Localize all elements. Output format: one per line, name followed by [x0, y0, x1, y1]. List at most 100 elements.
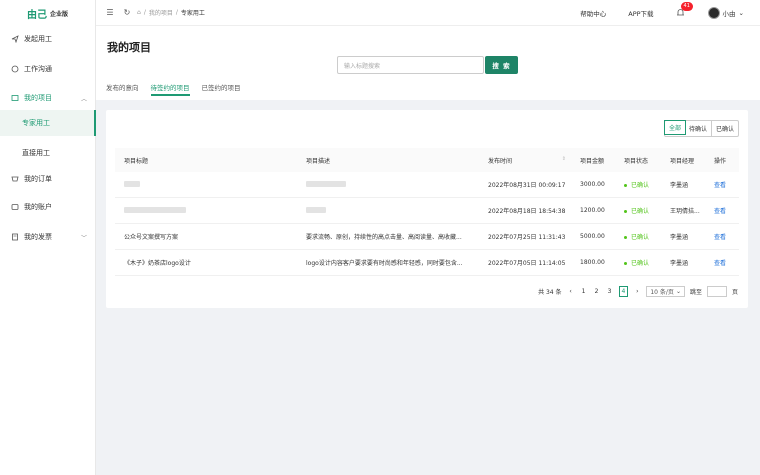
account-icon [11, 203, 19, 211]
breadcrumb-item: 专家用工 [180, 10, 205, 17]
table-row: 2022年08月31日 00:09:17 3000.00 已确认 李墨涵 查看 [115, 172, 739, 198]
tabs: 发布的意向 待签约的项目 已签约的项目 [106, 82, 241, 96]
prev-page-icon[interactable]: ‹ [567, 286, 575, 297]
col-status: 项目状态 [624, 157, 649, 165]
refresh-icon[interactable]: ↻ [122, 8, 132, 18]
bell-icon[interactable]: 41 [676, 2, 693, 18]
main-top-panel: 我的项目 输入标题搜索 搜 索 发布的意向 待签约的项目 已签约的项目 [96, 26, 760, 100]
search-button[interactable]: 搜 索 [485, 56, 518, 74]
col-amount: 项目金额 [580, 157, 605, 165]
blurred-text [124, 206, 186, 213]
tab-pending[interactable]: 待签约的项目 [150, 82, 190, 96]
blurred-text [306, 206, 326, 213]
row-status: 已确认 [616, 180, 662, 189]
col-time[interactable]: 发布时间 ⇕ [480, 156, 572, 165]
col-title: 项目标题 [124, 157, 149, 165]
row-desc [298, 180, 480, 189]
table-row: 公众号文案撰写方案 要求流畅、原创，持续性的高点击量、高阅读量、高收藏... 2… [115, 224, 739, 250]
sidebar-item-orders[interactable]: 我的订单 [0, 166, 96, 192]
order-icon [11, 175, 19, 183]
row-title [115, 180, 298, 189]
notification-badge: 41 [680, 2, 693, 11]
page-button[interactable]: 1 [580, 286, 588, 297]
pagination: 共 34 条 ‹ 1 2 3 4 › 10 条/页 ⌄ 跳至 页 [538, 286, 738, 297]
row-manager: 李墨涵 [670, 234, 689, 241]
status-dot [624, 210, 627, 213]
sidebar-subitem-expert[interactable]: 专家用工 [0, 110, 96, 136]
sidebar-item-invoice[interactable]: 我的发票 ﹀ [0, 224, 96, 250]
sidebar-subitem-label: 直接用工 [22, 149, 50, 157]
avatar [707, 7, 720, 19]
logo: 由己 企业版 [0, 0, 95, 26]
status-dot [624, 184, 627, 187]
row-time: 2022年07月25日 11:31:43 [488, 234, 566, 241]
sidebar-item-label: 我的项目 [24, 94, 52, 102]
sidebar-item-label: 我的发票 [24, 233, 52, 241]
home-icon[interactable]: ⌂ [137, 9, 141, 16]
sidebar-item-label: 发起用工 [24, 35, 52, 43]
page-button[interactable]: 2 [593, 286, 601, 297]
search-input[interactable]: 输入标题搜索 [337, 56, 484, 74]
row-title [115, 206, 298, 215]
top-header: ☰ ↻ ⌂ / 我的项目 / 专家用工 帮助中心 APP下载 41 小由 ⌄ [96, 0, 760, 26]
status-dot [624, 236, 627, 239]
row-title: 《木子》奶茶店logo设计 [124, 260, 191, 267]
jump-label: 跳至 [689, 289, 702, 296]
row-manager: 王玥倩拮... [670, 208, 700, 215]
page-button[interactable]: 3 [606, 286, 614, 297]
sidebar-item-label: 我的订单 [24, 175, 52, 183]
breadcrumb: ⌂ / 我的项目 / 专家用工 [137, 8, 205, 17]
menu-icon[interactable]: ☰ [105, 8, 115, 18]
row-manager: 李墨涵 [670, 182, 689, 189]
view-link[interactable]: 查看 [706, 258, 739, 267]
brand-edition: 企业版 [49, 10, 68, 18]
view-link[interactable]: 查看 [706, 206, 739, 215]
sort-icon[interactable]: ⇕ [562, 156, 566, 162]
filter-confirmed[interactable]: 已确认 [712, 121, 738, 136]
page-size-select[interactable]: 10 条/页 ⌄ [646, 286, 685, 297]
user-menu[interactable]: 小由 ⌄ [707, 7, 744, 19]
chat-icon [11, 65, 19, 73]
brand-name: 由己 [26, 9, 47, 21]
tab-signed[interactable]: 已签约的项目 [202, 82, 241, 96]
page-button-current[interactable]: 4 [618, 286, 629, 297]
row-time: 2022年08月18日 18:54:38 [488, 208, 566, 215]
sidebar-item-projects[interactable]: 我的项目 ︿ [0, 85, 96, 111]
row-amount: 5000.00 [580, 233, 605, 240]
view-link[interactable]: 查看 [706, 180, 739, 189]
jump-input[interactable] [706, 286, 727, 297]
filter-all[interactable]: 全部 [663, 120, 686, 135]
row-manager: 李墨涵 [670, 260, 689, 267]
chevron-up-icon: ︿ [80, 95, 87, 103]
row-amount: 3000.00 [580, 181, 605, 188]
tab-intentions[interactable]: 发布的意向 [106, 82, 139, 96]
page-title: 我的项目 [107, 41, 151, 54]
chevron-down-icon: ⌄ [738, 9, 744, 17]
next-page-icon[interactable]: › [633, 286, 641, 297]
filter-pending[interactable]: 待确认 [685, 121, 712, 136]
sidebar: 由己 企业版 发起用工 工作沟通 我的项目 ︿ 专家用工 直接用工 我的订单 我… [0, 0, 96, 475]
sidebar-item-label: 工作沟通 [24, 65, 52, 73]
view-link[interactable]: 查看 [706, 232, 739, 241]
blurred-text [306, 180, 346, 187]
breadcrumb-item[interactable]: 我的项目 [149, 8, 173, 17]
sidebar-item-chat[interactable]: 工作沟通 [0, 56, 96, 82]
sidebar-item-send[interactable]: 发起用工 [0, 26, 96, 52]
table-row: 2022年08月18日 18:54:38 1200.00 已确认 王玥倩拮...… [115, 198, 739, 224]
sidebar-item-account[interactable]: 我的账户 [0, 194, 96, 220]
project-card: 全部 待确认 已确认 项目标题 项目描述 发布时间 ⇕ 项目金额 项目状态 项目经… [106, 110, 748, 308]
help-link[interactable]: 帮助中心 [580, 8, 606, 18]
sidebar-subitem-label: 专家用工 [22, 119, 50, 127]
row-title: 公众号文案撰写方案 [124, 234, 179, 241]
page-unit: 页 [731, 289, 738, 296]
row-desc: 要求流畅、原创，持续性的高点击量、高阅读量、高收藏... [306, 234, 462, 241]
row-time: 2022年07月05日 11:14:05 [488, 260, 566, 267]
sidebar-subitem-direct[interactable]: 直接用工 [0, 140, 96, 166]
app-download-link[interactable]: APP下载 [628, 8, 653, 18]
table-header: 项目标题 项目描述 发布时间 ⇕ 项目金额 项目状态 项目经理 操作 [115, 148, 739, 172]
row-status: 已确认 [616, 232, 662, 241]
row-time: 2022年08月31日 00:09:17 [488, 182, 566, 189]
table-row: 《木子》奶茶店logo设计 logo设计内容客户要求要有时尚感和年轻感，同时要包… [115, 250, 739, 276]
row-amount: 1200.00 [580, 207, 605, 214]
chevron-down-icon: ﹀ [80, 234, 87, 242]
